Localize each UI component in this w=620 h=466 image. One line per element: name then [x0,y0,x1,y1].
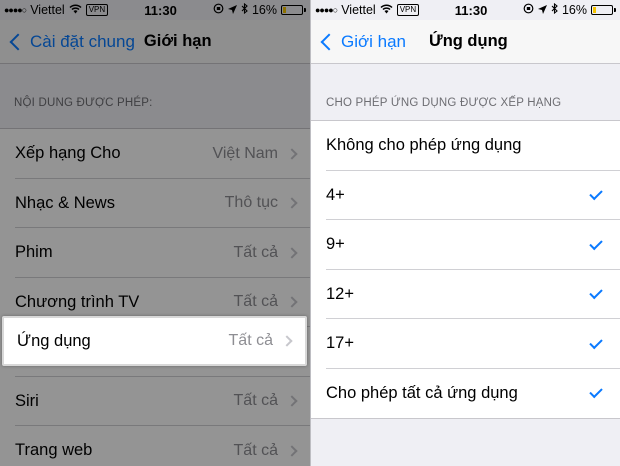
item-label: Xếp hạng Cho [15,144,121,163]
option-allow-all-apps[interactable]: Cho phép tất cả ứng dụng [311,369,620,419]
bluetooth-icon [551,2,558,17]
checkmark-icon [589,286,603,300]
back-button-label: Giới hạn [341,31,407,51]
checkmark-icon [589,335,603,349]
item-value: Tất cả [233,293,278,311]
page-title: Ứng dụng [429,32,508,50]
back-button[interactable]: Cài đặt chung [0,32,135,52]
chevron-right-icon [286,148,298,160]
back-button-label: Cài đặt chung [30,31,135,51]
status-time: 11:30 [144,2,177,18]
screenshot-composite: ●●●●○ Viettel VPN 11:30 16% Cài đặt chun… [0,0,620,466]
list-item-music-news[interactable]: Nhạc & News Thô tục [0,179,310,229]
orientation-lock-icon [523,3,534,17]
wifi-icon [380,3,393,17]
item-value: Tất cả [233,392,278,410]
option-12plus[interactable]: 12+ [311,270,620,320]
item-label: Phim [15,243,53,262]
option-dont-allow-apps[interactable]: Không cho phép ứng dụng [311,121,620,171]
checkmark-icon [589,187,603,201]
back-button[interactable]: Giới hạn [311,32,406,52]
battery-icon [280,5,306,15]
checkmark-icon [589,385,603,399]
option-label: 4+ [326,185,345,204]
carrier-label: Viettel [30,3,65,17]
list-item-siri[interactable]: Siri Tất cả [0,377,310,427]
chevron-right-icon [286,395,298,407]
chevron-right-icon [286,197,298,209]
page-title: Giới hạn [143,32,212,50]
vpn-badge: VPN [396,4,420,16]
option-label: Không cho phép ứng dụng [326,136,522,155]
item-label: Chương trình TV [15,292,140,311]
list-item-movies[interactable]: Phim Tất cả [0,228,310,278]
list-item-websites[interactable]: Trang web Tất cả [0,426,310,466]
battery-percent: 16% [561,3,587,17]
location-icon [537,3,547,17]
chevron-right-icon [286,296,298,308]
item-label: Ứng dụng [17,331,91,350]
item-label: Siri [15,391,39,410]
status-bar: ●●●●○ Viettel VPN 11:30 16% [311,0,620,20]
chevron-right-icon [286,445,298,457]
section-header: CHO PHÉP ỨNG DỤNG ĐƯỢC XẾP HẠNG [326,97,562,109]
bluetooth-icon [241,2,248,17]
item-value: Tất cả [233,441,278,459]
item-value: Tất cả [228,332,273,349]
navigation-bar: Cài đặt chung Giới hạn [0,20,310,64]
option-label: 9+ [326,235,345,254]
navigation-bar: Giới hạn Ứng dụng [311,20,620,64]
option-label: Cho phép tất cả ứng dụng [326,383,518,402]
vpn-badge: VPN [85,4,109,16]
checkmark-icon [589,236,603,250]
signal-icon: ●●●●○ [4,5,27,15]
option-label: 12+ [326,284,354,303]
signal-icon: ●●●●○ [315,5,338,15]
option-4plus[interactable]: 4+ [311,171,620,221]
option-9plus[interactable]: 9+ [311,220,620,270]
chevron-left-icon [320,33,338,50]
chevron-right-icon [286,247,298,259]
app-rating-options-list: Không cho phép ứng dụng 4+ 9+ 12+ 17+ Ch… [311,120,620,419]
list-item-ratings-for[interactable]: Xếp hạng Cho Việt Nam [0,129,310,179]
apps-rating-screen: ●●●●○ Viettel VPN 11:30 16% Giới hạn Ứng… [310,0,620,466]
location-icon [227,3,237,17]
status-time: 11:30 [454,2,488,18]
battery-percent: 16% [251,3,277,17]
allowed-content-list: Xếp hạng Cho Việt Nam Nhạc & News Thô tụ… [0,128,310,466]
orientation-lock-icon [213,3,224,17]
section-header: NỘI DUNG ĐƯỢC PHÉP: [14,97,153,109]
option-label: 17+ [326,334,354,353]
restrictions-screen: ●●●●○ Viettel VPN 11:30 16% Cài đặt chun… [0,0,310,466]
battery-icon [590,5,616,15]
chevron-right-icon [281,335,293,347]
carrier-label: Viettel [341,3,376,17]
item-value: Thô tục [224,194,278,212]
list-item-apps-highlighted[interactable]: Ứng dụng Tất cả [2,316,307,366]
option-17plus[interactable]: 17+ [311,319,620,369]
chevron-left-icon [9,33,27,50]
item-value: Việt Nam [212,144,278,162]
item-value: Tất cả [233,243,278,261]
status-bar: ●●●●○ Viettel VPN 11:30 16% [0,0,310,20]
item-label: Nhạc & News [15,193,115,212]
wifi-icon [69,3,82,17]
item-label: Trang web [15,441,93,460]
